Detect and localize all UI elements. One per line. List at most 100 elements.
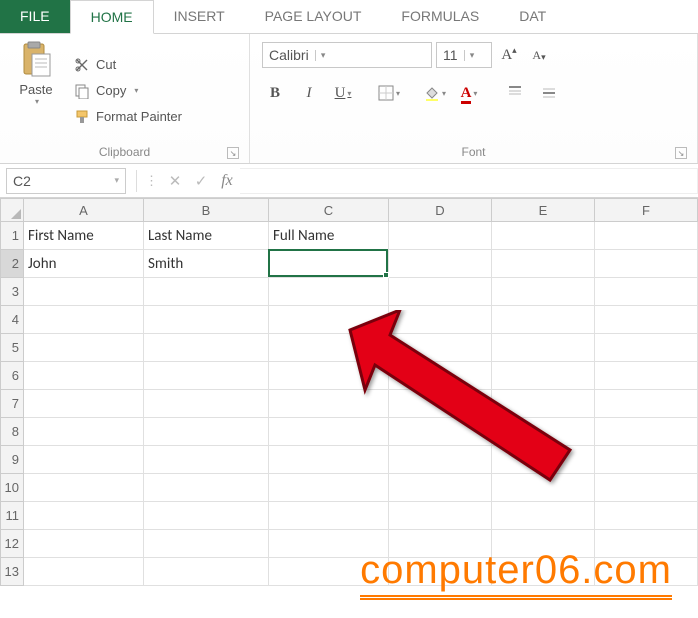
cell-F1[interactable] — [595, 222, 698, 250]
tab-data[interactable]: DAT — [499, 0, 566, 33]
row-header-2[interactable]: 2 — [0, 250, 24, 278]
cell-A3[interactable] — [24, 278, 144, 306]
cell-A12[interactable] — [24, 530, 144, 558]
cell-E11[interactable] — [492, 502, 595, 530]
cell-C7[interactable] — [269, 390, 389, 418]
cell-B2[interactable]: Smith — [144, 250, 269, 278]
italic-button[interactable]: I — [296, 82, 322, 104]
cell-C5[interactable] — [269, 334, 389, 362]
cell-D8[interactable] — [389, 418, 492, 446]
select-all-corner[interactable] — [0, 198, 24, 222]
cell-B6[interactable] — [144, 362, 269, 390]
borders-button[interactable]: ▾ — [376, 82, 402, 104]
cell-E3[interactable] — [492, 278, 595, 306]
cell-B11[interactable] — [144, 502, 269, 530]
cell-F10[interactable] — [595, 474, 698, 502]
tab-page-layout[interactable]: PAGE LAYOUT — [245, 0, 382, 33]
cell-C9[interactable] — [269, 446, 389, 474]
font-size-combo[interactable]: 11 ▾ — [436, 42, 492, 68]
align-middle-button[interactable] — [536, 82, 562, 104]
cell-D11[interactable] — [389, 502, 492, 530]
row-header-6[interactable]: 6 — [0, 362, 24, 390]
cell-D3[interactable] — [389, 278, 492, 306]
cell-C11[interactable] — [269, 502, 389, 530]
cell-B13[interactable] — [144, 558, 269, 586]
shrink-font-button[interactable]: A▾ — [526, 44, 552, 66]
row-header-7[interactable]: 7 — [0, 390, 24, 418]
cell-D7[interactable] — [389, 390, 492, 418]
cell-A6[interactable] — [24, 362, 144, 390]
insert-function-button[interactable]: fx — [214, 168, 240, 194]
cell-A4[interactable] — [24, 306, 144, 334]
cell-A2[interactable]: John — [24, 250, 144, 278]
cancel-formula-button[interactable]: ✕ — [162, 168, 188, 194]
dialog-launcher-icon[interactable]: ↘ — [675, 147, 687, 159]
cell-F2[interactable] — [595, 250, 698, 278]
cell-B9[interactable] — [144, 446, 269, 474]
cell-B10[interactable] — [144, 474, 269, 502]
formula-input[interactable] — [240, 168, 698, 194]
cell-E1[interactable] — [492, 222, 595, 250]
cell-A10[interactable] — [24, 474, 144, 502]
cut-button[interactable]: Cut — [70, 55, 186, 75]
fill-color-button[interactable]: ▾ — [422, 82, 448, 104]
column-header-F[interactable]: F — [595, 198, 698, 222]
cell-A9[interactable] — [24, 446, 144, 474]
cell-E8[interactable] — [492, 418, 595, 446]
accept-formula-button[interactable]: ✓ — [188, 168, 214, 194]
tab-file[interactable]: FILE — [0, 0, 70, 33]
cell-A11[interactable] — [24, 502, 144, 530]
tab-formulas[interactable]: FORMULAS — [381, 0, 499, 33]
cell-D10[interactable] — [389, 474, 492, 502]
cell-F3[interactable] — [595, 278, 698, 306]
row-header-1[interactable]: 1 — [0, 222, 24, 250]
cell-F6[interactable] — [595, 362, 698, 390]
format-painter-button[interactable]: Format Painter — [70, 107, 186, 127]
cell-B3[interactable] — [144, 278, 269, 306]
cell-A7[interactable] — [24, 390, 144, 418]
cell-F7[interactable] — [595, 390, 698, 418]
cell-B12[interactable] — [144, 530, 269, 558]
cell-E10[interactable] — [492, 474, 595, 502]
cell-C2[interactable] — [269, 250, 389, 278]
row-header-3[interactable]: 3 — [0, 278, 24, 306]
cell-B8[interactable] — [144, 418, 269, 446]
column-header-A[interactable]: A — [24, 198, 144, 222]
cell-A13[interactable] — [24, 558, 144, 586]
cell-D9[interactable] — [389, 446, 492, 474]
cell-E2[interactable] — [492, 250, 595, 278]
cell-F8[interactable] — [595, 418, 698, 446]
row-header-4[interactable]: 4 — [0, 306, 24, 334]
cell-C3[interactable] — [269, 278, 389, 306]
font-color-button[interactable]: A ▾ — [456, 82, 482, 104]
cell-E6[interactable] — [492, 362, 595, 390]
cell-A5[interactable] — [24, 334, 144, 362]
row-header-11[interactable]: 11 — [0, 502, 24, 530]
cell-E9[interactable] — [492, 446, 595, 474]
row-header-13[interactable]: 13 — [0, 558, 24, 586]
column-header-D[interactable]: D — [389, 198, 492, 222]
grow-font-button[interactable]: A▴ — [496, 44, 522, 66]
cell-D4[interactable] — [389, 306, 492, 334]
cell-A8[interactable] — [24, 418, 144, 446]
dialog-launcher-icon[interactable]: ↘ — [227, 147, 239, 159]
row-header-5[interactable]: 5 — [0, 334, 24, 362]
cell-C10[interactable] — [269, 474, 389, 502]
cell-B5[interactable] — [144, 334, 269, 362]
tab-insert[interactable]: INSERT — [154, 0, 245, 33]
align-top-button[interactable] — [502, 82, 528, 104]
cell-D5[interactable] — [389, 334, 492, 362]
cell-F4[interactable] — [595, 306, 698, 334]
cell-B1[interactable]: Last Name — [144, 222, 269, 250]
cell-F9[interactable] — [595, 446, 698, 474]
cell-D6[interactable] — [389, 362, 492, 390]
worksheet-grid[interactable]: ABCDEF1First NameLast NameFull Name2John… — [0, 198, 698, 586]
row-header-8[interactable]: 8 — [0, 418, 24, 446]
cell-D1[interactable] — [389, 222, 492, 250]
cell-F11[interactable] — [595, 502, 698, 530]
tab-home[interactable]: HOME — [70, 0, 154, 34]
column-header-C[interactable]: C — [269, 198, 389, 222]
cell-C1[interactable]: Full Name — [269, 222, 389, 250]
cell-A1[interactable]: First Name — [24, 222, 144, 250]
cell-B7[interactable] — [144, 390, 269, 418]
